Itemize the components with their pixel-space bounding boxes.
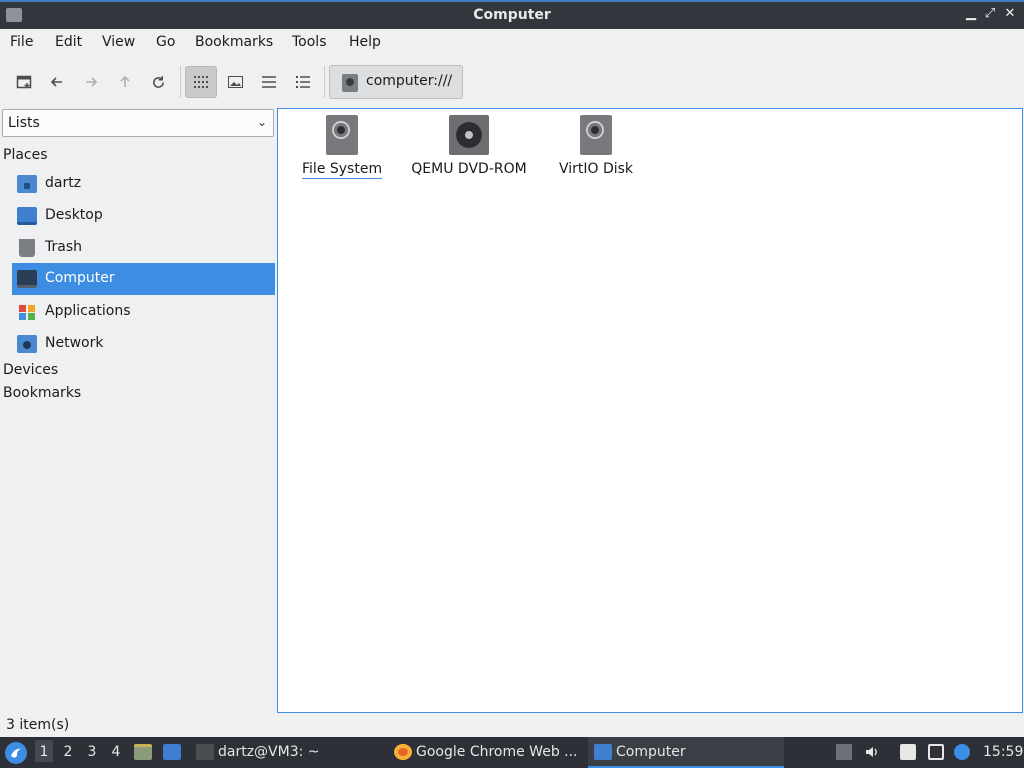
chevron-down-icon: ⌄ <box>256 115 267 129</box>
sidebar-item-desktop[interactable]: Desktop <box>12 200 275 232</box>
trash-icon <box>19 239 35 257</box>
clock[interactable]: 15:59 <box>983 744 1023 760</box>
workspace-1[interactable]: 1 <box>35 740 53 762</box>
bookmarks-header[interactable]: Bookmarks <box>3 385 81 401</box>
detailed-list-icon <box>296 76 310 88</box>
drive-item-virtio-disk[interactable]: VirtIO Disk <box>554 115 638 177</box>
places-header[interactable]: Places <box>3 147 48 163</box>
arrow-right-icon <box>86 77 98 87</box>
sidebar-item-applications[interactable]: Applications <box>12 296 275 328</box>
harddisk-icon <box>342 74 358 92</box>
optical-drive-icon <box>449 115 489 155</box>
computer-icon <box>17 270 37 288</box>
grid-view-icon <box>194 76 208 88</box>
maximize-button[interactable]: ⤢ <box>981 6 999 21</box>
harddisk-icon <box>326 115 358 155</box>
folder-icon <box>594 744 612 760</box>
icon-view-button[interactable] <box>185 66 217 98</box>
network-icon <box>17 335 37 353</box>
taskbar: 1 2 3 4 dartz@VM3: ~ Google Chrome Web .… <box>0 737 1024 768</box>
workspace-3[interactable]: 3 <box>83 744 101 760</box>
sidebar-item-label: Network <box>45 335 104 351</box>
menu-bookmarks[interactable]: Bookmarks <box>195 34 273 50</box>
task-label: Google Chrome Web ... <box>416 744 578 760</box>
start-menu-button[interactable] <box>5 742 27 764</box>
menu-tools[interactable]: Tools <box>292 34 327 50</box>
desktop-icon <box>17 207 37 225</box>
minimize-button[interactable]: ▁ <box>962 6 980 21</box>
up-button[interactable] <box>109 66 141 98</box>
sidebar-item-label: dartz <box>45 175 82 191</box>
workspace-4[interactable]: 4 <box>107 744 125 760</box>
status-text: 3 item(s) <box>6 717 70 733</box>
task-label: dartz@VM3: ~ <box>218 744 320 760</box>
volume-icon[interactable] <box>864 744 880 760</box>
terminal-icon <box>196 744 214 760</box>
firefox-icon <box>394 744 412 760</box>
network-status-icon[interactable] <box>928 744 944 760</box>
location-text: computer:/// <box>366 73 453 89</box>
sidebar-item-label: Desktop <box>45 207 103 223</box>
arrow-up-icon <box>120 75 130 87</box>
sidebar-item-computer[interactable]: Computer <box>12 263 275 295</box>
menu-go[interactable]: Go <box>156 34 175 50</box>
task-label: Computer <box>616 744 686 760</box>
drive-label: File System <box>302 161 383 179</box>
side-pane: Lists ⌄ Places dartz Desktop Trash Compu… <box>0 108 276 713</box>
task-chrome[interactable]: Google Chrome Web ... <box>388 737 584 768</box>
back-button[interactable] <box>41 66 73 98</box>
list-view-icon <box>262 76 276 88</box>
file-manager-launcher-icon[interactable] <box>134 744 152 760</box>
side-pane-mode-select[interactable]: Lists ⌄ <box>2 109 274 137</box>
location-bar[interactable]: computer:/// <box>329 65 463 99</box>
image-view-icon <box>227 76 243 88</box>
window-titlebar[interactable]: Computer ▁ ⤢ ✕ <box>0 0 1024 29</box>
toolbar-separator <box>180 66 181 98</box>
new-tab-icon <box>16 75 32 89</box>
sidebar-item-label: Computer <box>45 270 115 286</box>
tray-eject-icon[interactable] <box>836 744 852 760</box>
workspace-2[interactable]: 2 <box>59 744 77 760</box>
home-folder-icon <box>17 175 37 193</box>
task-terminal[interactable]: dartz@VM3: ~ <box>190 737 380 768</box>
task-computer[interactable]: Computer <box>588 737 784 768</box>
arrow-left-icon <box>50 77 62 87</box>
harddisk-icon <box>580 115 612 155</box>
applications-icon <box>17 303 37 321</box>
toolbar: computer:/// <box>0 60 1024 104</box>
sidebar-item-label: Trash <box>45 239 82 255</box>
menu-edit[interactable]: Edit <box>55 34 82 50</box>
devices-header[interactable]: Devices <box>3 362 58 378</box>
sidebar-item-trash[interactable]: Trash <box>12 232 275 264</box>
menu-file[interactable]: File <box>10 34 33 50</box>
forward-button[interactable] <box>75 66 107 98</box>
window-title: Computer <box>473 7 551 23</box>
detailed-list-view-button[interactable] <box>287 66 319 98</box>
show-desktop-icon[interactable] <box>163 744 181 760</box>
sidebar-item-dartz[interactable]: dartz <box>12 168 275 200</box>
bird-logo-icon <box>11 748 21 758</box>
drive-label: VirtIO Disk <box>558 161 634 177</box>
menu-view[interactable]: View <box>102 34 135 50</box>
folder-view[interactable]: File System QEMU DVD-ROM VirtIO Disk <box>277 108 1023 713</box>
notification-icon[interactable] <box>954 744 970 760</box>
drive-item-file-system[interactable]: File System <box>302 115 382 179</box>
thumbnail-view-button[interactable] <box>219 66 251 98</box>
clipboard-icon[interactable] <box>900 744 916 760</box>
sidebar-item-network[interactable]: Network <box>12 328 275 360</box>
sidebar-item-label: Applications <box>45 303 131 319</box>
drive-label: QEMU DVD-ROM <box>411 161 527 177</box>
reload-button[interactable] <box>142 66 174 98</box>
drive-item-qemu-dvd-rom[interactable]: QEMU DVD-ROM <box>408 115 530 177</box>
menu-bar: File Edit View Go Bookmarks Tools Help <box>0 29 1024 57</box>
toolbar-separator <box>324 66 325 98</box>
menu-help[interactable]: Help <box>349 34 381 50</box>
close-button[interactable]: ✕ <box>1001 6 1019 21</box>
side-pane-mode-value: Lists <box>8 115 40 131</box>
status-bar: 3 item(s) <box>0 713 1024 737</box>
reload-icon <box>152 75 164 88</box>
compact-view-button[interactable] <box>253 66 285 98</box>
new-tab-button[interactable] <box>8 66 40 98</box>
